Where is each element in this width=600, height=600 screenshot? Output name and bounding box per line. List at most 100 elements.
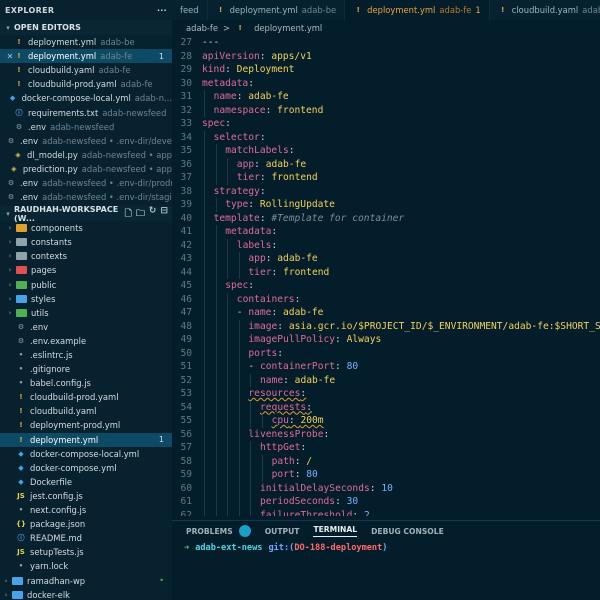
indent-guide [262, 414, 263, 428]
editor-tab[interactable]: ! cloudbuild.yamladab-fe [490, 0, 600, 20]
indent-guide [227, 292, 229, 306]
open-editor-item[interactable]: ✕! deployment.yml adab-fe 1 [0, 49, 172, 64]
editor-tab[interactable]: ! deployment.yml adab-be [208, 0, 346, 20]
folder-item[interactable]: › utils [0, 306, 172, 320]
folder-icon [16, 308, 27, 317]
env-file-icon: ⚙ [17, 336, 25, 345]
file-item[interactable]: ! cloudbuild-prod.yaml [0, 390, 172, 404]
editor-tab[interactable]: feed [172, 0, 208, 20]
file-item[interactable]: ! deployment.yml 1 [0, 432, 172, 447]
folder-item[interactable]: › public [0, 278, 172, 292]
indent-guide [227, 427, 229, 441]
file-item[interactable]: ◆ docker-compose-local.yml [0, 447, 172, 461]
indent-guide [227, 414, 229, 428]
open-editor-item[interactable]: ! cloudbuild.yaml adab-fe [0, 63, 172, 77]
python-file-icon: ◈ [15, 150, 21, 159]
line-number: 37 [180, 172, 192, 183]
code-text: - name: adab-fe [202, 306, 323, 320]
open-editor-item[interactable]: ⓘ requirements.txt adab-newsfeed [0, 105, 172, 119]
workspace-header[interactable]: ▾ RAUDHAH-WORKSPACE (W... 🗋 🗀 ↻ ⊟ [0, 205, 172, 223]
indent-guide [215, 360, 217, 374]
folder-item[interactable]: › constants [0, 235, 172, 249]
panel-tab-terminal[interactable]: TERMINAL [313, 525, 358, 537]
file-item[interactable]: ⚙ .env.example [0, 334, 172, 348]
other-workspaces: › ramadhan-wp • › docker-elk [0, 573, 172, 600]
panel-tab-debug-console[interactable]: DEBUG CONSOLE [371, 527, 444, 536]
file-item[interactable]: ⓘ README.md [0, 531, 172, 545]
file-name: babel.config.js [30, 378, 91, 389]
refresh-icon[interactable]: ↻ [149, 206, 157, 222]
folder-item[interactable]: › contexts [0, 249, 172, 263]
open-editor-item[interactable]: ! deployment.yml adab-be [0, 35, 172, 49]
open-editor-path: adab-newsfeed [102, 107, 167, 118]
code-token: ports [248, 347, 278, 359]
folder-icon [16, 252, 27, 261]
code-text: - containerPort: 80 [202, 360, 358, 374]
file-item[interactable]: ! cloudbuild.yaml [0, 404, 172, 418]
open-editor-item[interactable]: ⚙ .env adab-newsfeed • .env-dir/devel... [0, 134, 172, 148]
code-token: requests [260, 401, 307, 413]
close-icon[interactable]: ✕ [6, 52, 14, 61]
file-item[interactable]: ! deployment-prod.yml [0, 418, 172, 432]
code-line: 50 ports: [172, 346, 600, 360]
file-name: cloudbuild-prod.yaml [30, 392, 119, 403]
file-item[interactable]: ◆ Dockerfile [0, 475, 172, 489]
code-token: : [254, 158, 266, 170]
open-editors-header[interactable]: ▾ OPEN EDITORS [0, 20, 172, 35]
indent-guide [215, 454, 217, 468]
folder-icon [16, 238, 27, 247]
workspace-folder-item[interactable]: › ramadhan-wp • [0, 573, 172, 587]
open-editor-item[interactable]: ⚙ .env adab-newsfeed • .env-dir/produ... [0, 176, 172, 190]
code-text: tier: frontend [202, 265, 329, 279]
open-editor-name: requirements.txt [28, 107, 99, 118]
panel-tab-problems[interactable]: PROBLEMS [186, 527, 233, 536]
open-editor-item[interactable]: ! cloudbuild-prod.yaml adab-fe [0, 77, 172, 91]
folder-item[interactable]: › pages [0, 263, 172, 277]
file-item[interactable]: • babel.config.js [0, 376, 172, 390]
file-item[interactable]: ◆ docker-compose.yml [0, 461, 172, 475]
code-token: : [335, 334, 347, 345]
indent-guide [215, 427, 217, 441]
file-item[interactable]: • next.config.js [0, 503, 172, 517]
code-text: resources: [202, 387, 306, 401]
open-editor-item[interactable]: ⚙ .env adab-newsfeed [0, 120, 172, 134]
panel-tab-output[interactable]: OUTPUT [265, 527, 300, 536]
file-item[interactable]: • yarn.lock [0, 559, 172, 573]
code-line: 27 --- [172, 36, 600, 50]
breadcrumb-file[interactable]: deployment.yml [254, 23, 322, 33]
indent-guide [250, 508, 252, 516]
code-text: spec: [202, 279, 254, 293]
tab-label: cloudbuild.yaml [511, 5, 579, 15]
collapse-all-icon[interactable]: ⊟ [160, 206, 168, 222]
breadcrumb-folder[interactable]: adab-fe [186, 23, 218, 33]
file-item[interactable]: • .gitignore [0, 362, 172, 376]
file-item[interactable]: JS setupTests.js [0, 545, 172, 559]
chevron-down-icon: ▾ [6, 209, 10, 218]
open-editor-item[interactable]: ◈ prediction.py adab-newsfeed • app [0, 162, 172, 176]
open-editor-item[interactable]: ◈ dl_model.py adab-newsfeed • app [0, 148, 172, 162]
code-token: cpu [271, 415, 289, 426]
open-editor-item[interactable]: ⚙ .env adab-newsfeed • .env-dir/staging [0, 190, 172, 204]
file-item[interactable]: • .eslintrc.js [0, 348, 172, 362]
open-editor-item[interactable]: ◆ docker-compose-local.yml adab-n... [0, 91, 172, 105]
more-actions-icon[interactable]: ··· [157, 6, 167, 15]
open-editor-name: dl_model.py [26, 149, 78, 160]
indent-guide [215, 495, 217, 509]
folder-item[interactable]: › styles [0, 292, 172, 306]
file-item[interactable]: {} package.json [0, 517, 172, 531]
indent-guide [215, 319, 217, 333]
workspace-folder-item[interactable]: › docker-elk [0, 588, 172, 600]
file-item[interactable]: JS jest.config.js [0, 489, 172, 503]
file-item[interactable]: ⚙ .env [0, 320, 172, 334]
yaml-file-icon: ! [356, 6, 360, 14]
editor-tab[interactable]: ! deployment.yml adab-fe 1 [345, 0, 490, 20]
open-editor-name: .env [20, 192, 39, 203]
terminal-prompt[interactable]: ➜ adab-ext-news git:(DO-188-deployment) [172, 541, 600, 555]
new-file-icon[interactable]: 🗋 [125, 206, 132, 222]
code-editor[interactable]: 27 --- 28 apiVersion: apps/v1 29 kind: Deploy… [172, 36, 600, 516]
code-line: 62 failureThreshold: 2 [172, 508, 600, 516]
tab-label: deployment.yml [229, 5, 298, 15]
new-folder-icon[interactable]: 🗀 [136, 206, 145, 222]
folder-item[interactable]: › components [0, 221, 172, 235]
code-token: : [294, 469, 307, 480]
